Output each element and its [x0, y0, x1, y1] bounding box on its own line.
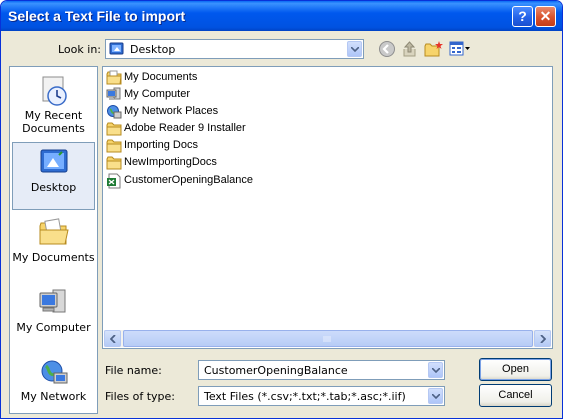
folder-icon: [106, 156, 122, 170]
network-places-icon: [107, 105, 122, 119]
place-label: My Computer: [16, 321, 91, 334]
chevron-down-icon: [432, 368, 440, 373]
horizontal-scrollbar[interactable]: [104, 330, 551, 347]
file-type-value: Text Files (*.csv;*.txt;*.tab;*.asc;*.ii…: [204, 390, 406, 403]
place-my-network[interactable]: My Network: [12, 356, 95, 403]
place-my-documents[interactable]: My Documents: [12, 217, 95, 264]
list-item-label: CustomerOpeningBalance: [124, 174, 254, 186]
scroll-left-button[interactable]: [104, 330, 121, 347]
chevron-down-icon: [351, 47, 359, 52]
my-documents-icon: [106, 70, 122, 85]
places-bar: My Recent Documents Desktop My Documents: [9, 66, 98, 414]
my-network-icon: [41, 360, 67, 384]
list-item-label: My Network Places: [124, 105, 219, 117]
list-item-label: My Computer: [124, 88, 191, 100]
my-documents-icon: [39, 218, 69, 245]
file-type-dropdown-button[interactable]: [428, 388, 443, 404]
excel-file-icon: [107, 173, 121, 189]
folder-icon: [106, 139, 122, 153]
desktop-icon: [109, 42, 124, 55]
file-name-label: File name:: [105, 364, 162, 377]
look-in-combo[interactable]: Desktop: [105, 39, 364, 59]
list-item-label: NewImportingDocs: [124, 156, 217, 168]
look-in-label: Look in:: [58, 43, 101, 56]
place-desktop[interactable]: Desktop: [12, 142, 95, 210]
list-item-label: Adobe Reader 9 Installer: [124, 122, 246, 134]
window-title: Select a Text File to import: [8, 8, 186, 24]
title-bar[interactable]: Select a Text File to import ? ✕: [1, 1, 562, 31]
file-type-select[interactable]: Text Files (*.csv;*.txt;*.tab;*.asc;*.ii…: [198, 386, 445, 406]
place-label: My Documents: [12, 251, 95, 264]
place-label: My Recent Documents: [22, 109, 85, 135]
file-name-value: CustomerOpeningBalance: [204, 364, 348, 377]
file-name-input[interactable]: CustomerOpeningBalance: [198, 360, 445, 380]
close-button[interactable]: ✕: [535, 6, 556, 27]
desktop-icon: [40, 149, 67, 173]
my-computer-icon: [39, 289, 65, 313]
back-icon[interactable]: [378, 40, 396, 58]
file-name-dropdown-button[interactable]: [428, 362, 443, 378]
views-menu-icon[interactable]: [449, 41, 471, 57]
my-computer-icon: [106, 87, 121, 100]
grip-icon: [323, 336, 331, 342]
chevron-down-icon: [432, 394, 440, 399]
chevron-left-icon: [110, 335, 116, 343]
new-folder-icon[interactable]: [424, 40, 444, 58]
list-item-label: My Documents: [124, 71, 198, 83]
file-import-dialog: Select a Text File to import ? ✕ Look in…: [0, 0, 563, 419]
look-in-value: Desktop: [130, 43, 176, 56]
place-my-recent-documents[interactable]: My Recent Documents: [12, 75, 95, 135]
scroll-right-button[interactable]: [534, 330, 551, 347]
help-button[interactable]: ?: [512, 6, 533, 27]
open-button[interactable]: Open: [479, 358, 552, 381]
scroll-thumb[interactable]: [123, 330, 533, 347]
file-type-label: Files of type:: [105, 390, 176, 403]
place-label: My Network: [20, 390, 87, 403]
place-label: Desktop: [30, 181, 77, 194]
look-in-dropdown-button[interactable]: [347, 41, 362, 57]
up-folder-icon[interactable]: [401, 40, 419, 58]
recent-documents-icon: [42, 76, 67, 106]
place-my-computer[interactable]: My Computer: [12, 287, 95, 334]
file-list[interactable]: My Documents My Computer My Network Plac…: [102, 66, 553, 349]
chevron-right-icon: [540, 335, 546, 343]
folder-icon: [106, 122, 122, 136]
list-item-label: Importing Docs: [124, 139, 198, 151]
cancel-button[interactable]: Cancel: [479, 384, 552, 407]
